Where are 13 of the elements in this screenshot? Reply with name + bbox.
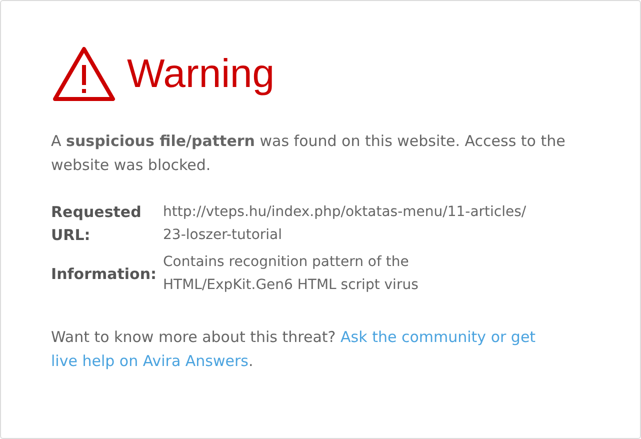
warning-message: A suspicious file/pattern was found on this website. Access to the website was blocked. [51,131,566,176]
detail-label: Requested URL: [51,202,142,246]
warning-icon [51,45,117,103]
help-text: Want to know more about this threat? [51,328,336,346]
detail-value: http://vteps.hu/index.php/oktatas-menu/11-articles/ [163,203,526,222]
warning-title: Warning [127,52,274,96]
help-link[interactable]: Ask the community or get [340,328,536,346]
detail-value: Contains recognition pattern of the [163,253,409,272]
detail-value: HTML/ExpKit.Gen6 HTML script virus [163,276,418,295]
detail-value: 23-loszer-tutorial [163,226,282,245]
help-link[interactable]: live help on Avira Answers [51,352,248,370]
period-text: . [248,352,254,370]
detail-label: Information: [51,264,158,284]
